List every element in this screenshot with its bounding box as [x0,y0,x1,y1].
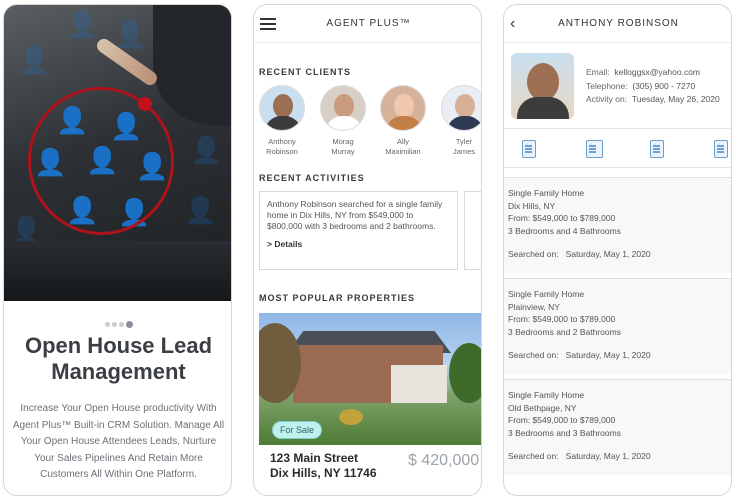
calendar-icon[interactable] [586,140,603,158]
shrub [339,409,363,425]
dashboard-screen: AGENT PLUS™ RECENT CLIENTS Anthony Robins… [253,4,482,496]
hero-sleeve [153,5,231,125]
saved-search-card[interactable]: Single Family Home Old Bethpage, NY From… [504,379,731,475]
contact-card-icon[interactable] [522,140,536,158]
person-icon: 👤 [66,9,99,39]
signature-document-icon[interactable] [714,140,728,158]
recent-clients-heading: RECENT CLIENTS [259,67,352,77]
app-title: AGENT PLUS™ [326,18,411,29]
page-dot[interactable] [111,322,117,327]
top-bar: ‹ ANTHONY ROBINSON [504,5,731,43]
saved-search-card[interactable]: Single Family Home Plainview, NY From: $… [504,278,731,374]
search-rooms: 3 Bedrooms and 3 Bathrooms [508,427,621,438]
activity-value: Tuesday, May 26, 2020 [631,94,720,104]
search-rooms: 3 Bedrooms and 2 Bathrooms [508,326,621,337]
page-dot-active[interactable] [125,321,133,328]
search-location: Dix Hills, NY [508,200,556,211]
email-label: Email: [586,67,610,77]
search-type: Single Family Home [508,390,585,400]
hero-shirt [4,241,231,301]
person-icon: 👤 [18,45,51,75]
search-price-range: From: $549,000 to $789,000 [508,213,616,223]
search-date: Searched on: Saturday, May 1, 2020 [508,249,651,259]
person-icon: 👤 [114,19,147,49]
activity-card[interactable] [464,191,481,270]
activity-card[interactable]: Anthony Robinson searched for a single f… [259,191,458,270]
client-card[interactable]: Ally Maximilian [379,85,427,156]
property-city: Dix Hills, NY 11746 [270,466,377,480]
recent-activities-heading: RECENT ACTIVITIES [259,173,365,183]
search-price-range: From: $549,000 to $789,000 [508,415,616,425]
phone-value[interactable]: (305) 900 - 7270 [632,81,695,91]
client-name-title: ANTHONY ROBINSON [558,18,679,29]
property-street: 123 Main Street [270,451,359,465]
onboarding-title: Open House Lead Management [24,333,213,384]
saved-search-card[interactable]: Single Family Home Dix Hills, NY From: $… [504,177,731,273]
for-sale-badge: For Sale [272,421,323,439]
hero-image: 👤 👤 👤 👤 👤 👤 👤 👤 👤 👤 👤 👤 👤 [4,5,231,301]
client-card[interactable]: Morag Murray [319,85,367,156]
house-garage [391,365,447,403]
person-icon: 👤 [184,195,217,225]
search-rooms: 3 Bedrooms and 4 Bathrooms [508,225,621,236]
client-photo [511,53,574,119]
email-value[interactable]: kelloggsx@yahoo.com [614,67,700,77]
popular-properties-heading: MOST POPULAR PROPERTIES [259,293,416,303]
client-avatar [259,85,305,131]
client-name: Ally Maximilian [385,137,421,156]
client-card[interactable]: Tyler James [440,85,481,156]
person-icon: 👤 [190,135,223,165]
search-document-icon[interactable] [650,140,664,158]
search-type: Single Family Home [508,188,585,198]
tree [449,343,481,403]
action-bar [504,128,731,168]
search-location: Plainview, NY [508,301,560,312]
search-price-range: From: $549,000 to $789,000 [508,314,616,324]
search-location: Old Bethpage, NY [508,402,577,413]
top-bar: AGENT PLUS™ [254,5,481,43]
phone-label: Telephone: [586,80,628,91]
client-avatar [320,85,366,131]
client-avatar [441,85,481,131]
property-price: $ 420,000 [408,452,480,469]
search-date: Searched on: Saturday, May 1, 2020 [508,451,651,461]
onboarding-screen: 👤 👤 👤 👤 👤 👤 👤 👤 👤 👤 👤 👤 👤 Open House Lea… [3,4,232,496]
client-name: Morag Murray [331,137,355,156]
search-type: Single Family Home [508,289,585,299]
page-dot[interactable] [104,322,110,327]
activity-text: Anthony Robinson searched for a single f… [267,199,443,231]
client-avatar [380,85,426,131]
client-card[interactable]: Anthony Robinson [258,85,306,156]
pen-tip [138,97,152,111]
client-detail-screen: ‹ ANTHONY ROBINSON Email: kelloggsx@yaho… [503,4,732,496]
details-link[interactable]: > Details [267,239,450,249]
page-dot[interactable] [118,322,124,327]
client-name: Anthony Robinson [266,137,298,156]
page-indicator[interactable] [4,314,231,332]
contact-info: Email: kelloggsx@yahoo.com Telephone: (3… [586,66,720,107]
activity-label: Activity on: [586,94,628,104]
client-name: Tyler James [452,137,476,156]
onboarding-description: Increase Your Open House productivity Wi… [12,403,225,480]
search-date: Searched on: Saturday, May 1, 2020 [508,350,651,360]
